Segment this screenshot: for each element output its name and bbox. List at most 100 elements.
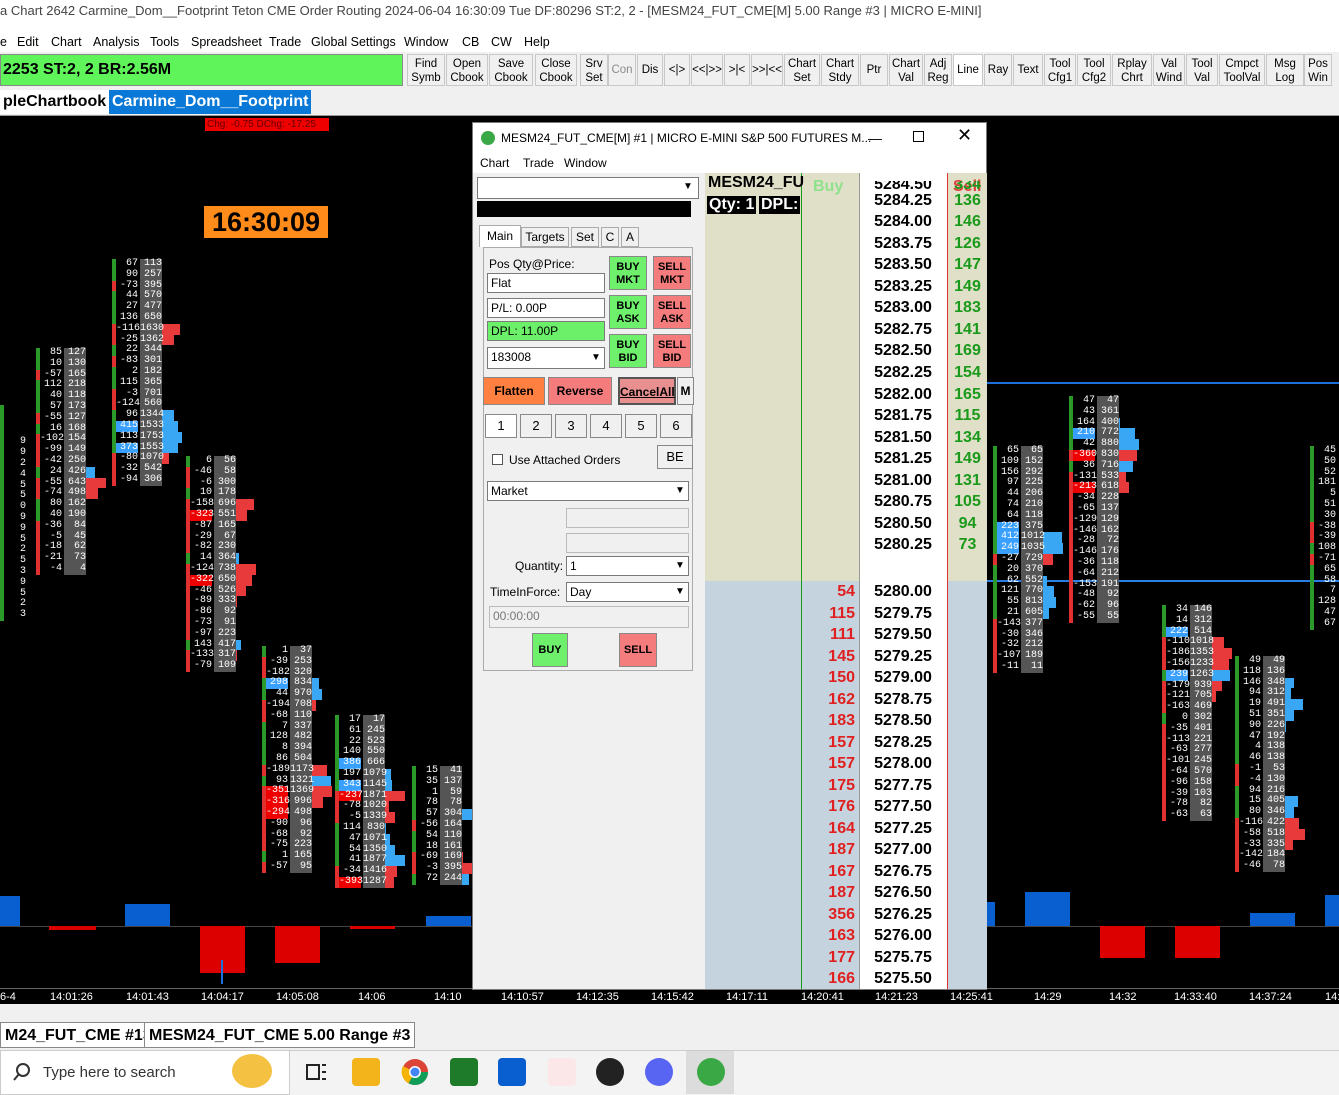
menu-global-settings[interactable]: Global Settings — [311, 32, 396, 52]
toolbar-button-3[interactable]: Close Cbook — [535, 54, 577, 86]
attached-orders-checkbox[interactable] — [492, 454, 503, 465]
ask-row[interactable]: 5283.00 183 — [705, 297, 987, 319]
m-button[interactable]: M — [677, 377, 694, 405]
toolbar-button-22[interactable]: Val Wind — [1153, 54, 1185, 86]
toolbar-button-10[interactable]: >>|<< — [751, 54, 783, 86]
menu-spreadsheet[interactable]: Spreadsheet — [191, 32, 262, 52]
qty-preset-4[interactable]: 4 — [590, 414, 622, 438]
qty-preset-5[interactable]: 5 — [625, 414, 657, 438]
toolbar-button-6[interactable]: Dis — [637, 54, 663, 86]
toolbar-button-14[interactable]: Chart Val — [889, 54, 923, 86]
qty-preset-6[interactable]: 6 — [660, 414, 692, 438]
ask-row[interactable]: 5284.25 136 — [705, 190, 987, 212]
bid-row[interactable]: 183 5278.50 — [705, 710, 987, 732]
cancel-all-button[interactable]: CancelAll — [618, 377, 676, 405]
toolbar-button-20[interactable]: Tool Cfg2 — [1077, 54, 1111, 86]
buy-button[interactable]: BUY — [532, 633, 568, 667]
reverse-button[interactable]: Reverse — [548, 377, 612, 405]
app-icon-blue[interactable] — [498, 1058, 526, 1086]
order-type-select[interactable]: Market — [487, 481, 689, 501]
toolbar-button-26[interactable]: Pos Win — [1304, 54, 1332, 86]
account-select[interactable]: 183008 — [487, 347, 605, 369]
bid-row[interactable]: 163 5276.00 — [705, 925, 987, 947]
sell-bid-button[interactable]: SELL BID — [653, 334, 691, 368]
bid-row[interactable]: 177 5275.75 — [705, 947, 987, 969]
dom-menu-chart[interactable]: Chart — [480, 153, 509, 173]
menu-trade[interactable]: Trade — [269, 32, 301, 52]
bid-row[interactable]: 166 5275.50 — [705, 968, 987, 990]
toolbar-button-25[interactable]: Msg Log — [1266, 54, 1304, 86]
ask-row[interactable]: 5282.00 165 — [705, 384, 987, 406]
toolbar-button-18[interactable]: Text — [1013, 54, 1043, 86]
bid-row[interactable]: 175 5277.75 — [705, 775, 987, 797]
bid-row[interactable]: 162 5278.75 — [705, 689, 987, 711]
toolbar-button-17[interactable]: Ray — [984, 54, 1012, 86]
flatten-button[interactable]: Flatten — [483, 377, 545, 405]
symbol-select[interactable] — [477, 177, 699, 199]
bid-row[interactable]: 111 5279.50 — [705, 624, 987, 646]
ask-row[interactable]: 5281.50 134 — [705, 427, 987, 449]
bid-row[interactable]: 157 5278.25 — [705, 732, 987, 754]
ask-row[interactable]: 5282.75 141 — [705, 319, 987, 341]
bid-row[interactable]: 157 5278.00 — [705, 753, 987, 775]
sell-ask-button[interactable]: SELL ASK — [653, 295, 691, 329]
be-button[interactable]: BE — [657, 445, 693, 469]
toolbar-button-21[interactable]: Rplay Chrt — [1112, 54, 1152, 86]
tif-select[interactable]: Day — [566, 582, 689, 602]
tab-chart-range-3[interactable]: MESM24_FUT_CME 5.00 Range #3 — [144, 1022, 416, 1048]
toolbar-button-4[interactable]: Srv Set — [580, 54, 608, 86]
tab-chartbook-2[interactable]: Carmine_Dom__Footprint — [109, 90, 312, 114]
bid-row[interactable]: 164 5277.25 — [705, 818, 987, 840]
toolbar-button-5[interactable]: Con — [608, 54, 636, 86]
toolbar-button-8[interactable]: <<|>> — [691, 54, 723, 86]
price-2-field[interactable] — [566, 533, 689, 553]
bid-row[interactable]: 167 5276.75 — [705, 861, 987, 883]
toolbar-button-11[interactable]: Chart Set — [784, 54, 820, 86]
tab-targets[interactable]: Targets — [521, 227, 569, 247]
tab-c[interactable]: C — [601, 227, 619, 247]
toolbar-button-16[interactable]: Line — [953, 54, 983, 86]
chrome-icon[interactable] — [401, 1058, 429, 1086]
toolbar-button-15[interactable]: Adj Reg — [924, 54, 952, 86]
toolbar-button-23[interactable]: Tool Val — [1186, 54, 1218, 86]
tab-a[interactable]: A — [621, 227, 639, 247]
price-ladder[interactable]: MESM24_FU Qty: 1 DPL: Buy Sell 5284.50 33… — [705, 173, 987, 989]
menu-cb[interactable]: CB — [462, 32, 479, 52]
bid-row[interactable]: 176 5277.50 — [705, 796, 987, 818]
price-1-field[interactable] — [566, 508, 689, 528]
bid-row[interactable]: 115 5279.75 — [705, 603, 987, 625]
ask-row[interactable]: 5284.00 146 — [705, 211, 987, 233]
menu-window[interactable]: Window — [404, 32, 448, 52]
toolbar-button-13[interactable]: Ptr — [860, 54, 888, 86]
ask-row[interactable]: 5283.75 126 — [705, 233, 987, 255]
bid-row[interactable]: 187 5276.50 — [705, 882, 987, 904]
ask-row[interactable]: 5280.25 73 — [705, 534, 987, 556]
bid-row[interactable]: 187 5277.00 — [705, 839, 987, 861]
qty-preset-1[interactable]: 1 — [485, 414, 517, 438]
menu-cw[interactable]: CW — [491, 32, 512, 52]
quantity-field[interactable]: 1 — [566, 556, 689, 576]
bid-row[interactable]: 145 5279.25 — [705, 646, 987, 668]
app-icon-green[interactable] — [450, 1058, 478, 1086]
menu-edit[interactable]: Edit — [17, 32, 39, 52]
task-view-icon[interactable] — [302, 1058, 330, 1086]
qty-preset-2[interactable]: 2 — [520, 414, 552, 438]
menu-analysis[interactable]: Analysis — [93, 32, 140, 52]
ask-row[interactable]: 5281.00 131 — [705, 470, 987, 492]
menu-chart[interactable]: Chart — [51, 32, 82, 52]
ask-row[interactable]: 5283.25 149 — [705, 276, 987, 298]
toolbar-button-9[interactable]: >|< — [724, 54, 750, 86]
obs-icon[interactable] — [596, 1058, 624, 1086]
snipping-tool-icon[interactable] — [548, 1058, 576, 1086]
sierra-chart-icon[interactable] — [697, 1058, 725, 1086]
buy-market-button[interactable]: BUY MKT — [609, 256, 647, 290]
toolbar-button-19[interactable]: Tool Cfg1 — [1044, 54, 1076, 86]
menu-help[interactable]: Help — [524, 32, 550, 52]
menu-tools[interactable]: Tools — [150, 32, 179, 52]
close-icon[interactable]: ✕ — [957, 125, 972, 146]
time-field[interactable]: 00:00:00 — [489, 606, 689, 628]
toolbar-button-12[interactable]: Chart Stdy — [821, 54, 859, 86]
toolbar-button-0[interactable]: Find Symb — [407, 54, 445, 86]
ask-row[interactable]: 5281.75 115 — [705, 405, 987, 427]
toolbar-button-24[interactable]: Cmpct ToolVal — [1219, 54, 1265, 86]
